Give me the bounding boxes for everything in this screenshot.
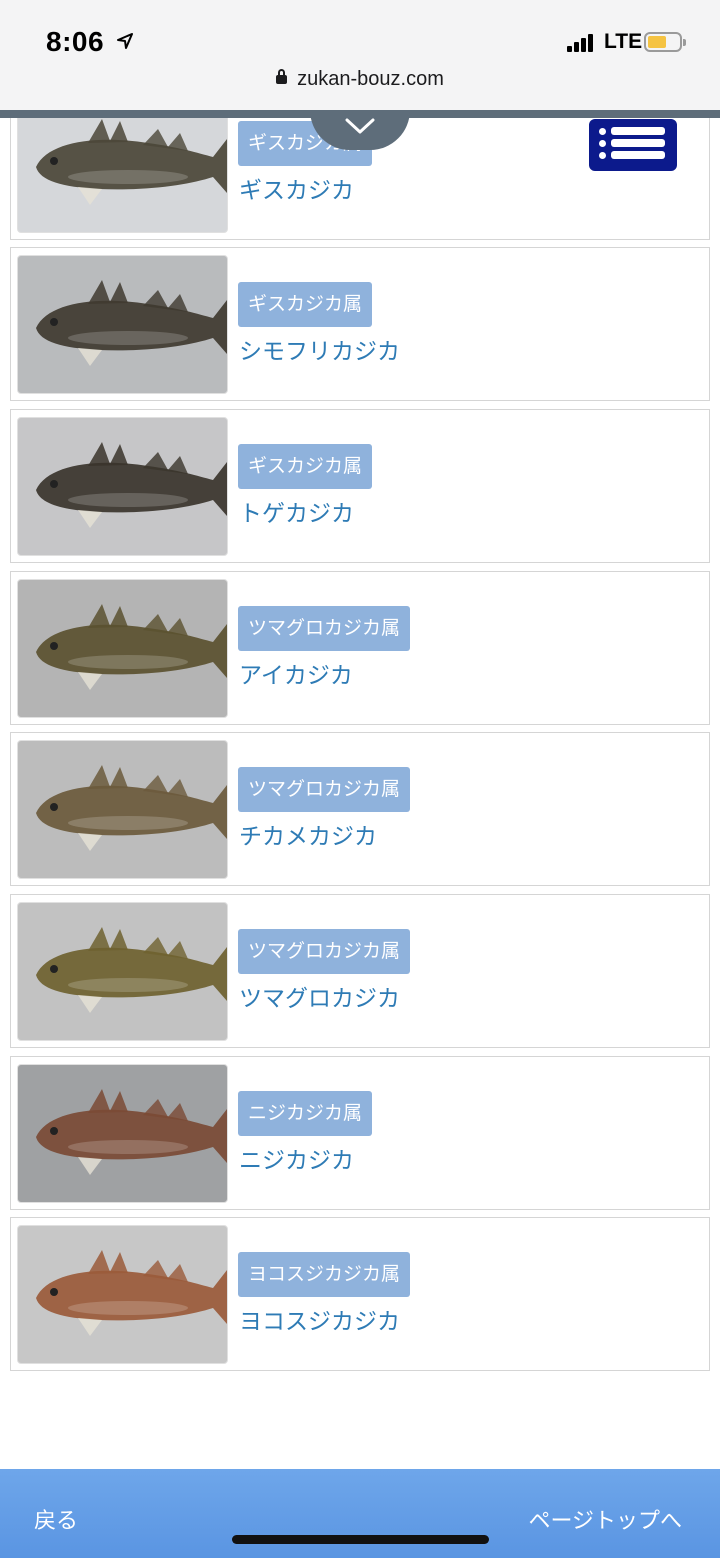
list-item[interactable]: ヨコスジカジカ属 ヨコスジカジカ	[10, 1217, 710, 1371]
fish-photo	[17, 255, 228, 394]
fish-icon	[36, 1089, 227, 1175]
species-name[interactable]: アイカジカ	[239, 656, 353, 690]
species-name[interactable]: トゲカジカ	[239, 494, 354, 528]
list-item[interactable]: ギスカジカ属 トゲカジカ	[10, 409, 710, 563]
fish-photo	[17, 417, 228, 556]
menu-button[interactable]	[589, 119, 677, 171]
species-name[interactable]: ヨコスジカジカ	[239, 1302, 400, 1336]
fish-photo	[17, 902, 228, 1041]
fish-icon	[36, 604, 227, 690]
bottom-nav: 戻る ページトップへ	[0, 1469, 720, 1558]
fish-icon	[36, 765, 227, 851]
fish-photo	[17, 740, 228, 879]
genus-badge: ニジカジカ属	[238, 1091, 373, 1136]
list-item[interactable]: ツマグロカジカ属 ツマグロカジカ	[10, 894, 710, 1048]
species-name[interactable]: ニジカジカ	[239, 1141, 354, 1175]
species-name[interactable]: チカメカジカ	[239, 817, 377, 851]
fish-photo	[17, 1225, 228, 1364]
species-name[interactable]: ギスカジカ	[239, 171, 354, 205]
network-label: LTE	[604, 30, 643, 53]
genus-badge: ツマグロカジカ属	[238, 929, 411, 974]
list-menu-icon	[599, 127, 667, 160]
genus-badge: ツマグロカジカ属	[238, 767, 411, 812]
species-name[interactable]: ツマグロカジカ	[239, 979, 400, 1013]
status-time: 8:06	[46, 26, 105, 57]
browser-top-bar: 8:06 LTE zukan-bouz.com	[0, 0, 720, 110]
lock-icon	[276, 69, 288, 84]
list-item[interactable]: ツマグロカジカ属 アイカジカ	[10, 571, 710, 725]
url-bar[interactable]: zukan-bouz.com	[0, 68, 720, 91]
back-link[interactable]: 戻る	[34, 1503, 78, 1535]
list-item[interactable]: ツマグロカジカ属 チカメカジカ	[10, 732, 710, 886]
fish-icon	[36, 280, 227, 366]
fish-icon	[36, 442, 227, 528]
genus-badge: ギスカジカ属	[238, 444, 373, 489]
list-item[interactable]: ギスカジカ属 シモフリカジカ	[10, 247, 710, 401]
fish-icon	[36, 1250, 227, 1336]
fish-icon	[36, 927, 227, 1013]
fish-photo	[17, 1064, 228, 1203]
location-arrow-icon	[117, 33, 133, 49]
page-top-link[interactable]: ページトップへ	[528, 1503, 682, 1535]
chevron-down-icon	[345, 118, 375, 134]
home-indicator[interactable]	[232, 1535, 489, 1544]
signal-icon	[567, 34, 593, 52]
genus-badge: ツマグロカジカ属	[238, 606, 411, 651]
species-name[interactable]: シモフリカジカ	[239, 332, 400, 366]
genus-badge: ヨコスジカジカ属	[238, 1252, 411, 1297]
genus-badge: ギスカジカ属	[238, 282, 373, 327]
fish-photo	[17, 579, 228, 718]
list-item[interactable]: ニジカジカ属 ニジカジカ	[10, 1056, 710, 1210]
url-text: zukan-bouz.com	[297, 68, 444, 90]
battery-icon	[644, 32, 686, 52]
